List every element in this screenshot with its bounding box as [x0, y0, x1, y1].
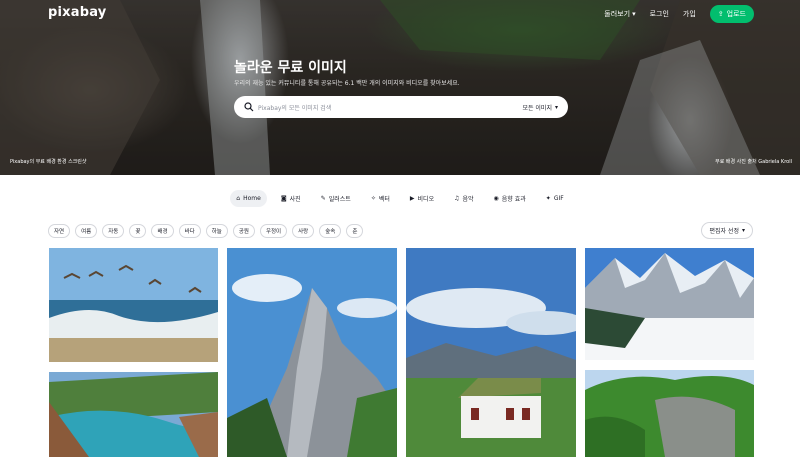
- top-nav: pixabay 둘러보기 ▾ 로그인 가입 ⇪ 업로드: [0, 0, 800, 26]
- image-tile-seagulls[interactable]: [49, 248, 218, 362]
- image-tile-mountain[interactable]: [227, 248, 397, 457]
- upload-label: 업로드: [726, 10, 746, 18]
- explore-menu[interactable]: 둘러보기 ▾: [604, 9, 635, 19]
- hero-subtitle: 우리의 재능 있는 커뮤니티를 통해 공유되는 6.1 백만 개의 이미지와 비…: [234, 80, 460, 87]
- tag-chip[interactable]: 바다: [178, 224, 201, 238]
- search-type-label: 모든 이미지: [522, 104, 552, 112]
- video-icon: ▶: [409, 195, 415, 202]
- tab-illustrations[interactable]: ✎ 일러스트: [315, 190, 357, 207]
- login-link[interactable]: 로그인: [650, 9, 669, 19]
- media-tabs: ⌂ Home ◙ 사진 ✎ 일러스트 ✧ 벡터 ▶ 비디오 ♫ 음악 ◉ 음향 효과 ✦ GIF: [0, 190, 800, 207]
- editors-choice-label: 편집자 선정: [709, 228, 739, 235]
- hero-credit-left[interactable]: Pixabay의 무료 배경 환경 스크린샷: [10, 158, 86, 165]
- tag-chip[interactable]: 공원: [232, 224, 255, 238]
- camera-icon: ◙: [280, 195, 287, 202]
- tab-videos[interactable]: ▶ 비디오: [404, 190, 440, 207]
- hero-background-image: [0, 0, 800, 175]
- hero-banner: [0, 0, 800, 175]
- tag-chips: 자연 여름 자동 꽃 배경 바다 하늘 공원 우정이 사랑 숲속 춘: [48, 224, 364, 238]
- gif-icon: ✦: [545, 195, 551, 202]
- search-type-dropdown[interactable]: 모든 이미지 ▾: [522, 103, 558, 112]
- search-bar[interactable]: Pixabay의 모든 이미지 검색 모든 이미지 ▾: [234, 96, 568, 118]
- tab-label: 벡터: [378, 196, 390, 203]
- tag-chip[interactable]: 춘: [346, 224, 364, 238]
- tab-label: 비디오: [417, 196, 435, 203]
- tab-label: GIF: [553, 195, 564, 202]
- image-tile-snow-mountains[interactable]: [585, 248, 754, 360]
- tag-chip[interactable]: 배경: [151, 224, 174, 238]
- tag-chip[interactable]: 자동: [102, 224, 125, 238]
- tag-chip[interactable]: 숲속: [319, 224, 342, 238]
- chevron-down-icon: ▾: [554, 103, 558, 111]
- join-link[interactable]: 가입: [683, 9, 696, 19]
- tab-photos[interactable]: ◙ 사진: [275, 190, 307, 207]
- tab-vectors[interactable]: ✧ 벡터: [365, 190, 396, 207]
- image-tile-coast[interactable]: [49, 372, 218, 457]
- tab-sound-effects[interactable]: ◉ 음향 효과: [488, 190, 532, 207]
- chevron-down-icon: ▾: [632, 10, 636, 18]
- tab-music[interactable]: ♫ 음악: [448, 190, 479, 207]
- tab-home[interactable]: ⌂ Home: [230, 190, 267, 207]
- editors-choice-dropdown[interactable]: 편집자 선정 ▾: [701, 222, 753, 239]
- tab-label: 음향 효과: [501, 196, 526, 203]
- tag-chip[interactable]: 자연: [48, 224, 71, 238]
- vector-icon: ✧: [370, 195, 376, 202]
- hero-credit-right[interactable]: 무료 배경 사진 출처 Gabriela Kroll: [715, 158, 792, 165]
- pixabay-logo[interactable]: pixabay: [48, 5, 106, 20]
- tag-chip[interactable]: 우정이: [259, 224, 288, 238]
- home-icon: ⌂: [236, 195, 241, 202]
- tab-gif[interactable]: ✦ GIF: [540, 190, 570, 207]
- tag-chip[interactable]: 하늘: [205, 224, 228, 238]
- tag-chip[interactable]: 여름: [75, 224, 98, 238]
- music-icon: ♫: [454, 195, 460, 202]
- explore-label: 둘러보기: [604, 10, 631, 18]
- tag-chip[interactable]: 사랑: [292, 224, 315, 238]
- chevron-down-icon: ▾: [741, 227, 745, 234]
- image-tile-house[interactable]: [406, 248, 576, 457]
- image-tile-green-cliff[interactable]: [585, 370, 754, 457]
- upload-button[interactable]: ⇪ 업로드: [709, 5, 754, 23]
- tab-label: 일러스트: [328, 196, 351, 203]
- hero-title: 놀라운 무료 이미지: [234, 60, 347, 76]
- upload-icon: ⇪: [717, 10, 724, 18]
- brush-icon: ✎: [320, 195, 326, 202]
- tab-label: Home: [243, 195, 261, 202]
- tab-label: 사진: [289, 196, 301, 203]
- search-icon: [244, 102, 254, 112]
- search-input[interactable]: Pixabay의 모든 이미지 검색: [258, 103, 522, 112]
- sound-icon: ◉: [493, 195, 499, 202]
- tag-chip[interactable]: 꽃: [129, 224, 147, 238]
- tab-label: 음악: [462, 196, 474, 203]
